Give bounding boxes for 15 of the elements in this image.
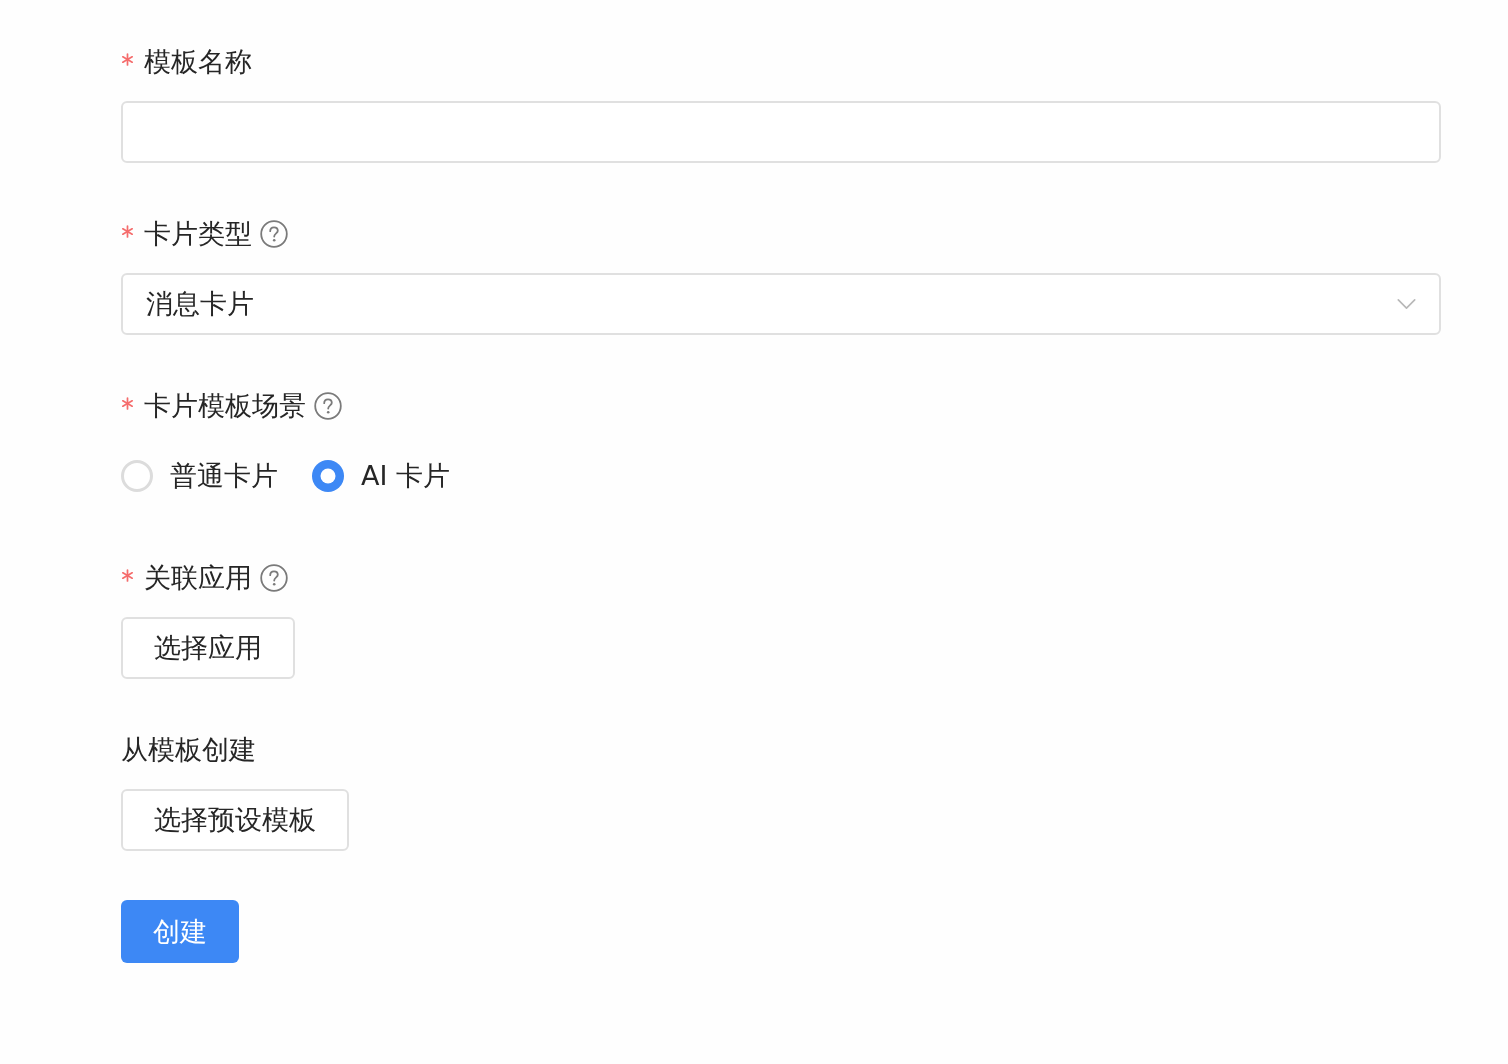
text-input-field[interactable]: [121, 101, 1441, 163]
field-label: 模板名称: [144, 45, 252, 79]
field-label: 卡片模板场景: [144, 389, 306, 423]
select-button[interactable]: 选择应用: [121, 617, 295, 679]
chevron-down-icon: [1397, 299, 1416, 309]
radio-option[interactable]: 普通卡片: [121, 458, 278, 494]
help-question-icon[interactable]: [314, 392, 342, 420]
field-label: 从模板创建: [121, 733, 256, 767]
help-question-icon[interactable]: [260, 220, 288, 248]
field-label: 关联应用: [144, 561, 252, 595]
select-button[interactable]: 选择预设模板: [121, 789, 349, 851]
field-label: 卡片类型: [144, 217, 252, 251]
radio-option[interactable]: AI 卡片: [312, 458, 450, 494]
help-question-icon[interactable]: [260, 564, 288, 592]
dropdown-select[interactable]: 消息卡片: [121, 273, 1441, 335]
